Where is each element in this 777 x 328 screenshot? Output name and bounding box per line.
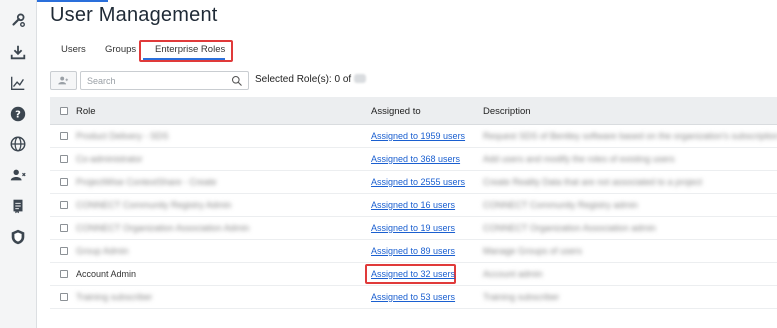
assigned-users-link[interactable]: Assigned to 19 users [371, 223, 455, 233]
role-name: CONNECT Community Registry Admin [76, 200, 232, 210]
role-description: Create Reality Data that are not associa… [483, 177, 703, 187]
assigned-users-link[interactable]: Assigned to 16 users [371, 200, 455, 210]
shield-icon[interactable] [8, 227, 28, 247]
wrench-settings-icon[interactable] [8, 10, 28, 30]
assign-user-button[interactable] [50, 71, 77, 90]
role-description: CONNECT Organization Association admin [483, 223, 656, 233]
help-icon[interactable]: ? [8, 104, 28, 124]
role-name: Training subscriber [76, 292, 153, 302]
table-row[interactable]: Co-administrator Assigned to 368 users A… [50, 148, 777, 171]
assigned-users-link[interactable]: Assigned to 32 users [371, 269, 455, 279]
role-name: Product Delivery - SDS [76, 131, 169, 141]
table-row[interactable]: CONNECT Community Registry Admin Assigne… [50, 194, 777, 217]
role-name: Group Admin [76, 246, 129, 256]
download-icon[interactable] [8, 42, 28, 62]
row-checkbox[interactable] [60, 224, 68, 232]
role-description: Add users and modify the roles of existi… [483, 154, 675, 164]
globe-icon[interactable] [8, 134, 28, 154]
row-checkbox[interactable] [60, 155, 68, 163]
row-checkbox[interactable] [60, 178, 68, 186]
svg-text:?: ? [15, 110, 21, 121]
role-description: Account admin [483, 269, 543, 279]
row-checkbox[interactable] [60, 293, 68, 301]
tab-users[interactable]: Users [61, 44, 86, 55]
search-input[interactable] [87, 74, 227, 88]
selected-total-redacted [354, 74, 367, 83]
selected-roles-label: Selected Role(s): 0 of [255, 74, 352, 85]
user-remove-icon[interactable] [8, 165, 28, 185]
selected-roles-count: Selected Role(s): 0 of [255, 74, 367, 85]
role-name: CONNECT Organization Association Admin [76, 223, 250, 233]
assigned-users-link[interactable]: Assigned to 89 users [371, 246, 455, 256]
row-checkbox[interactable] [60, 132, 68, 140]
role-description: CONNECT Community Registry admin [483, 200, 638, 210]
roles-table: Role Assigned to Description Product Del… [50, 97, 777, 309]
table-row[interactable]: ProjectWise ContextShare - Create Assign… [50, 171, 777, 194]
row-checkbox[interactable] [60, 247, 68, 255]
row-checkbox[interactable] [60, 201, 68, 209]
table-row[interactable]: Training subscriber Assigned to 53 users… [50, 286, 777, 309]
table-row[interactable]: CONNECT Organization Association Admin A… [50, 217, 777, 240]
role-name: Account Admin [76, 269, 137, 279]
row-checkbox[interactable] [60, 270, 68, 278]
assigned-users-link[interactable]: Assigned to 368 users [371, 154, 460, 164]
role-name: Co-administrator [76, 154, 143, 164]
assigned-users-link[interactable]: Assigned to 2555 users [371, 177, 465, 187]
assigned-users-link[interactable]: Assigned to 53 users [371, 292, 455, 302]
table-row[interactable]: Product Delivery - SDS Assigned to 1959 … [50, 125, 777, 148]
role-description: Training subscriber [483, 292, 560, 302]
select-all-checkbox[interactable] [60, 107, 68, 115]
user-icon [58, 76, 69, 85]
role-description: Request SDS of Bentley software based on… [483, 131, 777, 141]
table-row[interactable]: Group Admin Assigned to 89 users Manage … [50, 240, 777, 263]
top-accent-bar [37, 0, 108, 2]
assigned-users-link[interactable]: Assigned to 1959 users [371, 131, 465, 141]
role-name: ProjectWise ContextShare - Create [76, 177, 217, 187]
active-tab-underline [143, 58, 225, 60]
page-title: User Management [50, 4, 218, 26]
role-description: Manage Groups of users [483, 246, 583, 256]
left-nav-rail: ? [0, 0, 37, 328]
column-header-assigned[interactable]: Assigned to [371, 106, 421, 117]
table-header: Role Assigned to Description [50, 97, 777, 125]
search-field[interactable] [80, 71, 249, 90]
tab-groups[interactable]: Groups [105, 44, 136, 55]
search-icon[interactable] [231, 75, 243, 87]
column-header-description[interactable]: Description [483, 106, 531, 117]
table-row[interactable]: Account Admin Assigned to 32 users Accou… [50, 263, 777, 286]
column-header-role[interactable]: Role [76, 106, 96, 117]
analytics-chart-icon[interactable] [8, 73, 28, 93]
document-icon[interactable] [8, 196, 28, 216]
